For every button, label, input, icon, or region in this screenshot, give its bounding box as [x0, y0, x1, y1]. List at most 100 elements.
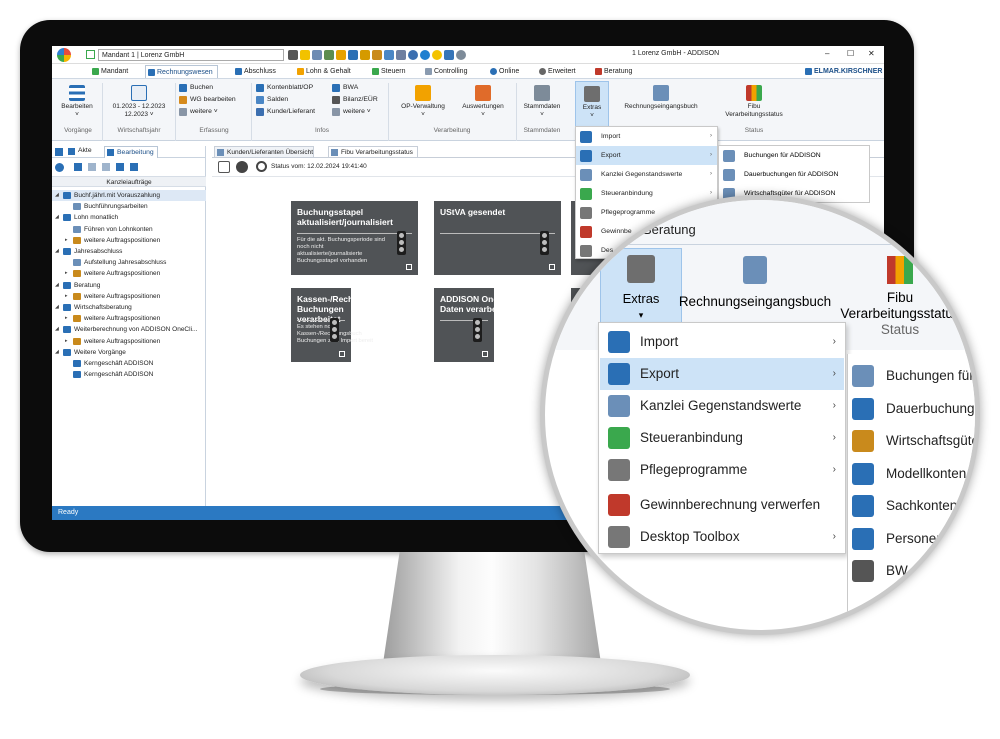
back-icon[interactable]	[88, 163, 96, 171]
menu-item[interactable]: Import ›	[576, 127, 717, 146]
tree-item[interactable]: ▸ weitere Auftragspositionen	[52, 235, 206, 246]
document-icon[interactable]	[312, 50, 322, 60]
submenu-item[interactable]: Sachkonten	[850, 490, 975, 522]
export-icon[interactable]	[130, 163, 138, 171]
tree-item[interactable]: Aufstellung Jahresabschluss	[52, 257, 206, 268]
grid-icon[interactable]	[324, 50, 334, 60]
tree-item[interactable]: ◢ Beratung	[52, 280, 206, 291]
tab-beratung[interactable]: Beratung	[593, 65, 632, 78]
settings-icon[interactable]	[218, 161, 230, 173]
calendar-icon[interactable]	[348, 50, 358, 60]
submenu-item[interactable]: BW	[850, 555, 975, 587]
clock-icon[interactable]	[336, 50, 346, 60]
submenu-item[interactable]: Dauerbuchunge	[850, 393, 975, 425]
tab-mandant[interactable]: Mandant	[90, 65, 128, 78]
menu-item[interactable]: Desktop Toolbox ›	[600, 521, 844, 553]
tree-item[interactable]: ▸ weitere Auftragspositionen	[52, 291, 206, 302]
collapse-arrow-icon[interactable]: ◢	[55, 280, 59, 291]
expand-arrow-icon[interactable]: ▸	[65, 336, 68, 347]
report-icon[interactable]	[396, 50, 406, 60]
tab-controlling[interactable]: Controlling	[423, 65, 467, 78]
tab-lohn-gehalt[interactable]: Lohn & Gehalt	[295, 65, 351, 78]
submenu-item[interactable]: Buchungen für A	[850, 360, 975, 392]
status-tile[interactable]: Buchungsstapel aktualisiert/journalisier…	[291, 201, 418, 275]
collapse-arrow-icon[interactable]: ◢	[55, 246, 59, 257]
kontenblatt-button[interactable]: Kontenblatt/OP	[256, 82, 313, 94]
status-tile[interactable]: ADDISON OneClick Daten verarbeitet	[434, 288, 518, 362]
tab-online[interactable]: Online	[488, 65, 519, 78]
submenu-item[interactable]: Personen	[850, 523, 975, 555]
mandant-selector[interactable]: Mandant 1 | Lorenz GmbH	[98, 49, 284, 61]
expand-arrow-icon[interactable]: ▸	[65, 291, 68, 302]
menu-item[interactable]: Pflegeprogramme ›	[600, 454, 844, 486]
tree-item[interactable]: Kerngeschäft ADDISON	[52, 369, 206, 380]
bearbeiten-button[interactable]: Bearbeiten ˅	[56, 85, 98, 119]
tree-item[interactable]: ▸ weitere Auftragspositionen	[52, 268, 206, 279]
tree-item[interactable]: ◢ Weitere Vorgänge	[52, 347, 206, 358]
tab-akte[interactable]: Akte	[68, 147, 92, 155]
popout-icon[interactable]	[339, 351, 345, 357]
list-icon[interactable]	[384, 50, 394, 60]
op-verwaltung-button[interactable]: OP-Verwaltung ˅	[395, 85, 451, 119]
collapse-arrow-icon[interactable]: ◢	[55, 302, 59, 313]
salden-button[interactable]: Salden	[256, 94, 288, 106]
submenu-item[interactable]: Dauerbuchungen für ADDISON	[719, 165, 869, 184]
doctab-fibu[interactable]: Fibu Verarbeitungsstatus	[328, 146, 418, 157]
kunde-lieferant-button[interactable]: Kunde/Lieferant	[256, 106, 315, 118]
menu-item[interactable]: Kanzlei Gegenstandswerte ›	[600, 390, 844, 422]
tree-item[interactable]: ▸ weitere Auftragspositionen	[52, 313, 206, 324]
wg-bearbeiten-button[interactable]: WG bearbeiten	[179, 94, 236, 106]
menu-item[interactable]: Kanzlei Gegenstandswerte ›	[576, 165, 717, 184]
user-name[interactable]: ELMAR.KIRSCHNER	[803, 65, 882, 78]
tab-steuern[interactable]: Steuern	[370, 65, 406, 78]
weitere-erfassung-button[interactable]: weitere ˅	[179, 106, 218, 118]
magnified-tab-beratung[interactable]: Beratung	[625, 222, 696, 237]
collapse-arrow-icon[interactable]: ◢	[55, 190, 59, 201]
menu-item[interactable]: Export ›	[600, 358, 844, 390]
folder-icon[interactable]	[372, 50, 382, 60]
popout-icon[interactable]	[406, 264, 412, 270]
tree-item[interactable]: Führen von Lohnkonten	[52, 224, 206, 235]
submenu-item[interactable]: Modellkonten	[850, 458, 975, 490]
stammdaten-button[interactable]: Stammdaten ˅	[520, 85, 564, 119]
tab-abschluss[interactable]: Abschluss	[233, 65, 276, 78]
bwa-button[interactable]: BWA	[332, 82, 358, 94]
bilanz-button[interactable]: Bilanz/EÜR	[332, 94, 378, 106]
submenu-item[interactable]: Wirtschaftsgüte	[850, 425, 975, 457]
expand-arrow-icon[interactable]: ▸	[65, 313, 68, 324]
tree-item[interactable]: ◢ Weiterberechnung von ADDISON OneCli...	[52, 324, 206, 335]
magnified-reb-button[interactable]: Rechnungseingangsbuch	[670, 256, 840, 309]
lightbulb-icon[interactable]	[432, 50, 442, 60]
auswertungen-button[interactable]: Auswertungen ˅	[455, 85, 511, 119]
tree-item[interactable]: ◢ Lohn monatlich	[52, 212, 206, 223]
menu-item[interactable]: Export ›	[576, 146, 717, 165]
expand-icon[interactable]	[116, 163, 124, 171]
collapse-arrow-icon[interactable]: ◢	[55, 347, 59, 358]
table-icon[interactable]	[360, 50, 370, 60]
tree-item[interactable]: ◢ Jahresabschluss	[52, 246, 206, 257]
search-icon[interactable]	[408, 50, 418, 60]
tree-item[interactable]: Buchführungsarbeiten	[52, 201, 206, 212]
globe-icon[interactable]	[456, 50, 466, 60]
forward-icon[interactable]	[102, 163, 110, 171]
status-tile[interactable]: UStVA gesendet	[434, 201, 561, 275]
collapse-arrow-icon[interactable]: ◢	[55, 212, 59, 223]
menu-item[interactable]: Import ›	[600, 326, 844, 358]
popout-icon[interactable]	[482, 351, 488, 357]
tab-erweitert[interactable]: Erweitert	[537, 65, 576, 78]
weitere-infos-button[interactable]: weitere ˅	[332, 106, 371, 118]
submenu-item[interactable]: Buchungen für ADDISON	[719, 146, 869, 165]
tree-item[interactable]: ◢ Buchf.jährl.mit Vorauszahlung	[52, 190, 206, 201]
fibu-status-button[interactable]: Fibu Verarbeitungsstatus	[712, 85, 796, 119]
filter-icon[interactable]	[55, 163, 64, 172]
rechnungseingangsbuch-button[interactable]: Rechnungseingangsbuch	[615, 85, 707, 111]
menu-item[interactable]: Gewinnberechnung verwerfen	[600, 489, 844, 521]
magnified-fibu-button[interactable]: Fibu Verarbeitungsstatus Status	[835, 256, 965, 338]
refresh-icon[interactable]	[236, 161, 248, 173]
expand-arrow-icon[interactable]: ▸	[65, 235, 68, 246]
first-icon[interactable]	[74, 163, 82, 171]
buchen-button[interactable]: Buchen	[179, 82, 213, 94]
help-icon[interactable]	[420, 50, 430, 60]
tree-item[interactable]: ◢ Wirtschaftsberatung	[52, 302, 206, 313]
binoculars-icon[interactable]	[288, 50, 298, 60]
